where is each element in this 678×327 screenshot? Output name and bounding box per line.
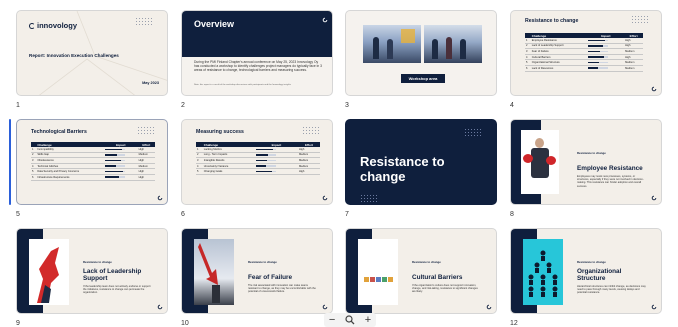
logo-icon — [322, 195, 328, 201]
slide-kicker: Resistance to change — [412, 260, 441, 264]
challenge-table: Challenge Impact Effort 1 Lacking Metrics Hi… — [196, 142, 320, 175]
workshop-photo-1 — [363, 25, 421, 63]
slide-note: Note: this report is a result of the wor… — [194, 84, 291, 86]
header-band — [182, 11, 332, 57]
logo-icon — [157, 304, 163, 310]
magnifier-icon[interactable] — [345, 315, 355, 325]
logo: innovology — [29, 21, 77, 30]
slide-number: 7 — [345, 211, 349, 218]
logo-icon — [651, 304, 657, 310]
slide-number: 10 — [181, 320, 189, 327]
zoom-out-button[interactable]: − — [329, 314, 335, 326]
zoom-in-button[interactable]: + — [365, 314, 371, 326]
dot-grid — [302, 126, 320, 134]
slide-number: 8 — [510, 211, 514, 218]
slide-kicker: Resistance to change — [577, 151, 606, 155]
slide-body: During the PMI Finland Chapter's annual … — [194, 60, 322, 73]
slide-body: Hierarchical structures can inhibit chan… — [577, 285, 646, 295]
slide-kicker: Resistance to change — [83, 260, 112, 264]
slide-number: 4 — [510, 102, 514, 109]
slide-title: Cultural Barriers — [412, 274, 463, 281]
slide-number: 3 — [345, 102, 349, 109]
logo-icon — [322, 17, 328, 23]
dot-grid — [135, 17, 153, 25]
workshop-photo-2 — [424, 25, 482, 63]
slide-body: If the organization's culture does not s… — [412, 284, 478, 294]
slide-title: Employee Resistance — [577, 165, 643, 172]
logo-icon — [651, 86, 657, 92]
slide-title: Report: Innovation Execution Challenges — [29, 53, 119, 58]
slide-title: Technological Barriers — [31, 129, 87, 135]
caption: Workshop area — [408, 76, 438, 81]
slide-kicker: Resistance to change — [248, 260, 277, 264]
slide-body: The risk associated with innovation can … — [248, 284, 316, 294]
cultural-blocks-photo — [358, 239, 398, 305]
slide-number: 12 — [510, 320, 518, 327]
slide-date: May 2023 — [142, 81, 159, 85]
slide-title: Organizational Structure — [577, 268, 622, 282]
logo-icon — [157, 195, 163, 201]
slide-kicker: Resistance to change — [577, 260, 606, 264]
zoom-controls: − + — [324, 313, 376, 327]
dot-grid — [464, 128, 482, 136]
logo-icon — [651, 195, 657, 201]
slide-number: 2 — [181, 102, 185, 109]
hierarchy-photo — [523, 239, 563, 305]
selection-indicator — [9, 119, 11, 205]
challenge-table: Challenge Impact Effort 1 Employee Resistan… — [525, 33, 643, 72]
dot-grid — [137, 126, 155, 134]
slide-title: Resistance to change — [525, 18, 579, 24]
dot-grid — [631, 15, 649, 23]
slide-title: Measuring success — [196, 129, 244, 135]
logo-icon — [322, 304, 328, 310]
slide-title: Overview — [194, 19, 235, 29]
slide-number: 9 — [16, 320, 20, 327]
logo-icon — [486, 304, 492, 310]
slide-title: Lack of Leadership Support — [83, 268, 142, 282]
leadership-photo — [29, 239, 69, 305]
boxer-photo — [521, 130, 559, 194]
slide-number: 1 — [16, 102, 20, 109]
slide-body: If the leadership team does not actively… — [83, 285, 151, 295]
slide-number: 6 — [181, 211, 185, 218]
challenge-table: Challenge Impact Effort 1 Incompatibility Hi… — [31, 142, 155, 181]
slide-title: Resistance to change — [360, 154, 445, 184]
caption-band: Workshop area — [401, 74, 445, 83]
slide-body: Employees may resist new processes, syst… — [577, 175, 644, 188]
dot-grid — [360, 194, 378, 202]
slide-number: 5 — [16, 211, 20, 218]
slide-title: Fear of Failure — [248, 274, 293, 281]
logo-icon — [29, 22, 35, 29]
falling-arrow-photo — [194, 239, 234, 305]
